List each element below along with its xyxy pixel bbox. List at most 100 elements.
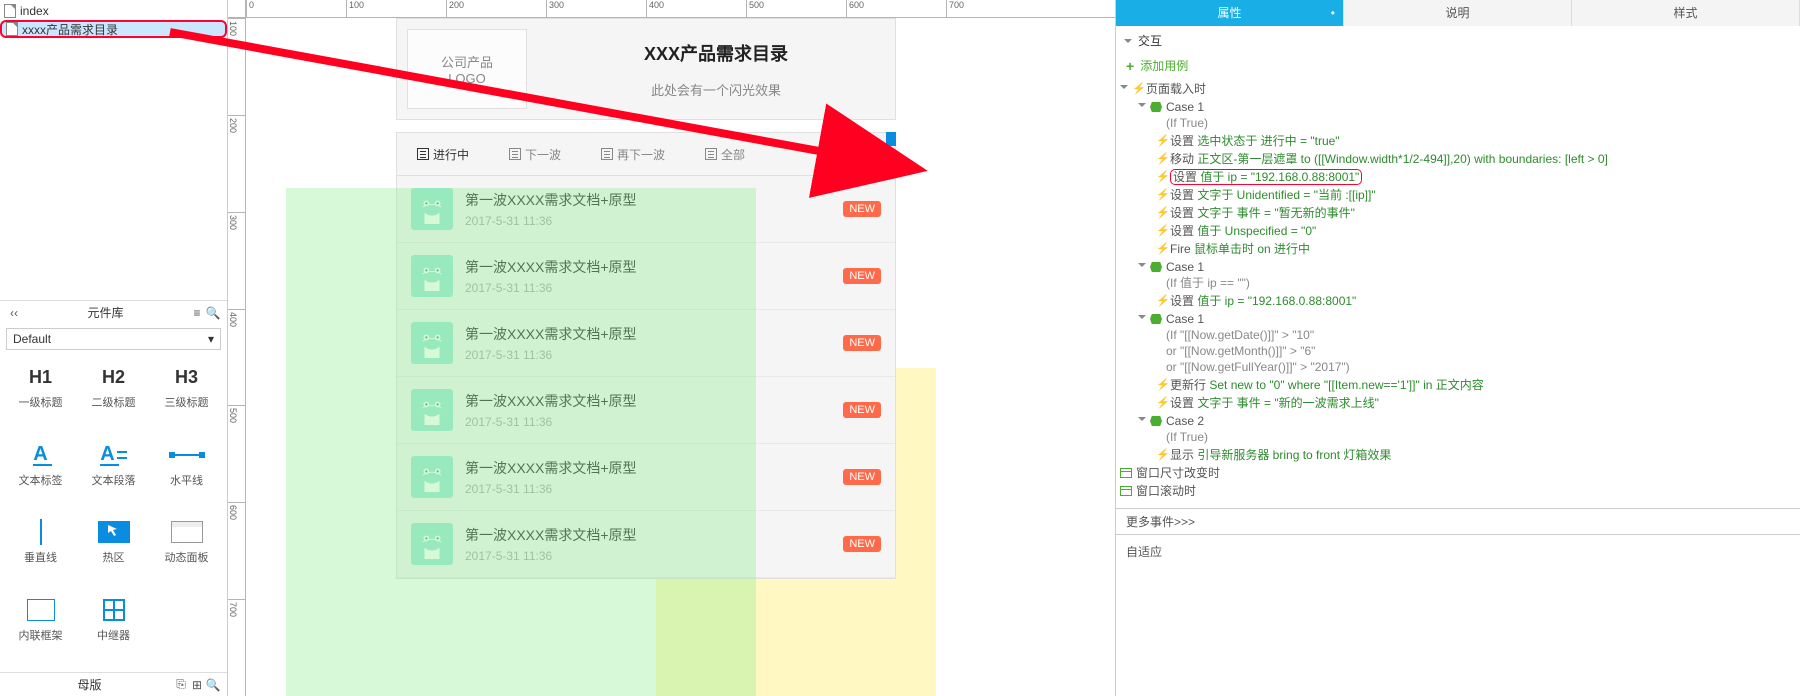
add-case-label: 添加用例: [1140, 57, 1188, 74]
interaction-row[interactable]: ⚡页面载入时: [1120, 80, 1796, 98]
ruler-vertical[interactable]: 100200300400500600700: [228, 18, 246, 696]
list-item[interactable]: 第一波XXXX需求文档+原型2017-5-31 11:36NEW: [397, 444, 895, 511]
interaction-row[interactable]: ⚡设置 文字于 Unidentified = "当前 :[[ip]]": [1120, 186, 1796, 204]
bolt-icon: ⚡: [1132, 81, 1142, 97]
selection-handle[interactable]: [886, 132, 896, 146]
bolt-icon: ⚡: [1156, 293, 1166, 309]
tree-label: index: [20, 4, 49, 18]
section-label: 交互: [1138, 32, 1162, 49]
add-page-icon[interactable]: ⎘: [173, 677, 189, 692]
chevron-down-icon: [1138, 315, 1146, 323]
interaction-row[interactable]: ⚡Fire 鼠标单击时 on 进行中: [1120, 240, 1796, 258]
chevron-down-icon: [1120, 85, 1128, 93]
list-icon: [601, 148, 613, 160]
case-icon: [1150, 102, 1162, 112]
file-icon: [6, 22, 18, 36]
tree-item-index[interactable]: index: [0, 2, 227, 20]
widget-动态面板[interactable]: 动态面板: [150, 515, 223, 589]
window-icon: [1120, 468, 1132, 478]
library-title: 元件库: [22, 304, 189, 321]
library-select[interactable]: Default ▾: [6, 328, 221, 350]
case-icon: [1150, 314, 1162, 324]
interaction-row[interactable]: 窗口滚动时: [1120, 482, 1796, 500]
more-events-button[interactable]: 更多事件>>>: [1116, 508, 1800, 535]
widget-一级标题[interactable]: H1一级标题: [4, 360, 77, 434]
interaction-row[interactable]: Case 1(If 值于 ip == ""): [1120, 258, 1796, 292]
item-time: 2017-5-31 11:36: [465, 415, 831, 429]
bolt-icon: ⚡: [1156, 151, 1166, 167]
tree-item-selected[interactable]: xxxx产品需求目录: [0, 20, 227, 38]
interaction-row[interactable]: ⚡显示 引导新服务器 bring to front 灯箱效果: [1120, 446, 1796, 464]
section-interaction[interactable]: 交互: [1116, 26, 1800, 55]
interaction-row[interactable]: ⚡设置 值于 Unspecified = "0": [1120, 222, 1796, 240]
widget-垂直线[interactable]: 垂直线: [4, 515, 77, 589]
widget-中继器[interactable]: 中继器: [77, 593, 150, 667]
interaction-row[interactable]: ⚡更新行 Set new to "0" where "[[Item.new=='…: [1120, 376, 1796, 394]
add-case-button[interactable]: + 添加用例: [1116, 55, 1800, 80]
logo-text-1: 公司产品: [441, 52, 493, 71]
interaction-row[interactable]: ⚡设置 文字于 事件 = "暂无新的事件": [1120, 204, 1796, 222]
interaction-row[interactable]: Case 1(If True): [1120, 98, 1796, 132]
add-folder-icon[interactable]: ⊞: [189, 678, 205, 692]
new-badge: NEW: [843, 402, 881, 418]
widget-三级标题[interactable]: H3三级标题: [150, 360, 223, 434]
file-icon: [4, 4, 16, 18]
mock-tab[interactable]: 进行中: [397, 133, 489, 175]
ruler-horizontal[interactable]: 0100200300400500600700: [246, 0, 1115, 18]
widget-内联框架[interactable]: 内联框架: [4, 593, 77, 667]
mock-tab[interactable]: 再下一波: [581, 133, 685, 175]
avatar-icon: [411, 188, 453, 230]
bolt-icon: ⚡: [1156, 205, 1166, 221]
item-title: 第一波XXXX需求文档+原型: [465, 324, 831, 344]
avatar-icon: [411, 322, 453, 364]
interaction-row[interactable]: ⚡设置 文字于 事件 = "新的一波需求上线": [1120, 394, 1796, 412]
mock-header: 公司产品 LOGO XXX产品需求目录 此处会有一个闪光效果: [396, 18, 896, 120]
new-badge: NEW: [843, 201, 881, 217]
tab-properties[interactable]: 属性: [1116, 0, 1344, 26]
interaction-row[interactable]: ⚡设置 值于 ip = "192.168.0.88:8001": [1120, 292, 1796, 310]
search-icon[interactable]: 🔍: [205, 306, 221, 320]
library-select-value: Default: [13, 332, 208, 346]
case-icon: [1150, 262, 1162, 272]
avatar-icon: [411, 255, 453, 297]
list-icon: [509, 148, 521, 160]
interaction-row[interactable]: ⚡设置 值于 ip = "192.168.0.88:8001": [1120, 168, 1796, 186]
item-title: 第一波XXXX需求文档+原型: [465, 525, 831, 545]
interaction-row[interactable]: 窗口尺寸改变时: [1120, 464, 1796, 482]
list-item[interactable]: 第一波XXXX需求文档+原型2017-5-31 11:36NEW: [397, 377, 895, 444]
widget-文本段落[interactable]: A文本段落: [77, 438, 150, 512]
tree-label: xxxx产品需求目录: [22, 21, 118, 38]
item-title: 第一波XXXX需求文档+原型: [465, 190, 831, 210]
list-item[interactable]: 第一波XXXX需求文档+原型2017-5-31 11:36NEW: [397, 243, 895, 310]
tab-notes[interactable]: 说明: [1344, 0, 1572, 26]
plus-icon: +: [1126, 58, 1134, 74]
mock-tab[interactable]: 全部: [685, 133, 765, 175]
bolt-icon: ⚡: [1156, 133, 1166, 149]
collapse-icon[interactable]: ‹‹: [6, 306, 22, 320]
canvas-stage[interactable]: 公司产品 LOGO XXX产品需求目录 此处会有一个闪光效果 进行中下一波再下一…: [246, 18, 1115, 696]
widget-水平线[interactable]: 水平线: [150, 438, 223, 512]
list-item[interactable]: 第一波XXXX需求文档+原型2017-5-31 11:36NEW: [397, 511, 895, 578]
interaction-row[interactable]: Case 1(If "[[Now.getDate()]]" > "10"or "…: [1120, 310, 1796, 376]
widget-二级标题[interactable]: H2二级标题: [77, 360, 150, 434]
widget-热区[interactable]: 热区: [77, 515, 150, 589]
interaction-row[interactable]: ⚡设置 选中状态于 进行中 = "true": [1120, 132, 1796, 150]
mock-title: XXX产品需求目录: [547, 40, 885, 66]
interaction-row[interactable]: Case 2(If True): [1120, 412, 1796, 446]
chevron-down-icon: [1138, 263, 1146, 271]
list-item[interactable]: 第一波XXXX需求文档+原型2017-5-31 11:36NEW: [397, 176, 895, 243]
masters-label[interactable]: 母版: [6, 676, 173, 693]
menu-icon[interactable]: ≡: [189, 306, 205, 320]
new-badge: NEW: [843, 268, 881, 284]
list-item[interactable]: 第一波XXXX需求文档+原型2017-5-31 11:36NEW: [397, 310, 895, 377]
list-icon: [705, 148, 717, 160]
mock-tab[interactable]: 下一波: [489, 133, 581, 175]
window-icon: [1120, 486, 1132, 496]
search-icon[interactable]: 🔍: [205, 678, 221, 692]
item-time: 2017-5-31 11:36: [465, 482, 831, 496]
logo-text-2: LOGO: [448, 71, 486, 86]
tab-style[interactable]: 样式: [1572, 0, 1800, 26]
interaction-row[interactable]: ⚡移动 正文区-第一层遮罩 to ([[Window.width*1/2-494…: [1120, 150, 1796, 168]
widget-文本标签[interactable]: A文本标签: [4, 438, 77, 512]
ruler-corner: [228, 0, 246, 18]
